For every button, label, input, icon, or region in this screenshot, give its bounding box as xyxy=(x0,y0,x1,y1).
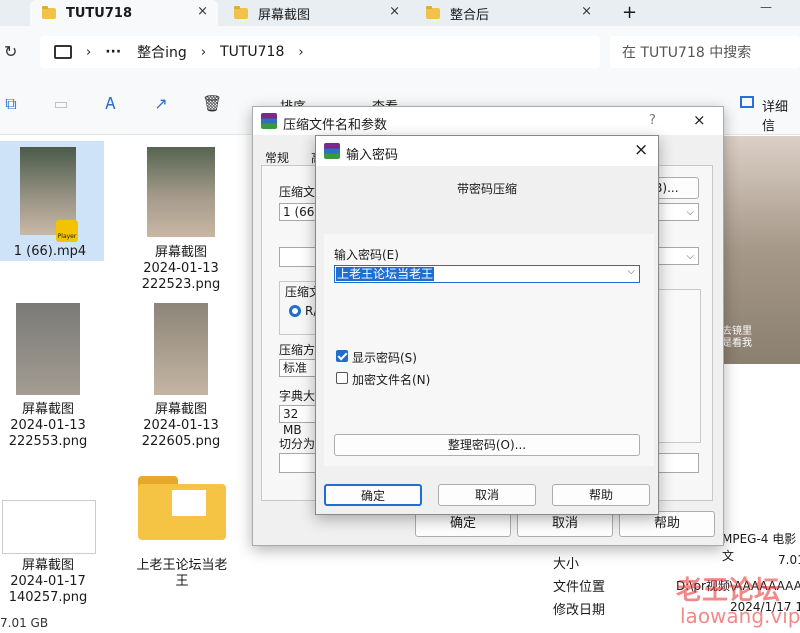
share-icon[interactable]: ↗ xyxy=(152,95,170,113)
watermark-url: laowang.vip xyxy=(680,604,800,628)
search-input[interactable]: 在 TUTU718 中搜索 xyxy=(610,36,800,68)
breadcrumb-item[interactable]: TUTU718 xyxy=(220,44,284,60)
chevron-down-icon: ⌵ xyxy=(686,251,694,262)
copy-icon[interactable]: ⧉ xyxy=(2,95,20,113)
folder-icon xyxy=(426,5,440,19)
computer-icon xyxy=(54,45,72,59)
file-name: 上老王论坛当老 xyxy=(136,558,228,573)
folder-icon xyxy=(234,5,248,19)
image-thumbnail[interactable] xyxy=(147,147,215,237)
file-label[interactable]: 屏幕截图 2024-01-13 222605.png xyxy=(130,402,232,450)
file-date: 2024-01-13 xyxy=(143,418,219,433)
cancel-button[interactable]: 取消 xyxy=(438,484,536,506)
tab-label: TUTU718 xyxy=(66,5,132,21)
caption-line: 是看我 xyxy=(722,338,752,349)
details-pane-icon xyxy=(740,96,754,108)
file-label[interactable]: 屏幕截图 2024-01-17 140257.png xyxy=(0,558,96,606)
player-badge: Player xyxy=(56,220,78,242)
method-label: 压缩方 xyxy=(279,343,316,357)
file-time: 222523.png xyxy=(141,277,221,292)
file-date: 2024-01-13 xyxy=(10,418,86,433)
close-tab-icon[interactable]: × xyxy=(389,4,400,19)
file-name: 屏幕截图 xyxy=(21,558,74,573)
refresh-icon[interactable]: ↻ xyxy=(4,42,17,61)
chevron-down-icon: ⌵ xyxy=(686,207,694,218)
dialog-title: 输入密码 xyxy=(346,148,399,163)
password-value: 上老王论坛当老王 xyxy=(336,267,435,281)
tab-tutu718[interactable]: TUTU718 × xyxy=(30,0,218,26)
close-tab-icon[interactable]: × xyxy=(581,4,592,19)
chevron-right-icon: › xyxy=(298,44,304,60)
chevron-right-icon: › xyxy=(200,44,207,60)
encrypt-names-label: 加密文件名(N) xyxy=(352,373,431,387)
organize-passwords-button[interactable]: 整理密码(O)... xyxy=(334,434,640,456)
ok-button[interactable]: 确定 xyxy=(324,484,422,506)
details-location-label: 文件位置 xyxy=(553,580,606,595)
folder-icon xyxy=(42,5,56,19)
tab-merged[interactable]: 整合后 × xyxy=(414,0,602,26)
winrar-icon xyxy=(324,143,340,159)
delete-icon[interactable]: 🗑 xyxy=(202,95,222,113)
minimize-button[interactable]: — xyxy=(760,0,772,14)
tab-screenshots[interactable]: 屏幕截图 × xyxy=(222,0,410,26)
file-time: 222605.png xyxy=(141,434,221,449)
profiles-button[interactable] xyxy=(279,247,319,267)
method-select[interactable]: 标准 xyxy=(279,359,319,377)
file-date: 2024-01-17 xyxy=(10,574,86,589)
file-name: 屏幕截图 xyxy=(154,402,207,417)
paste-icon[interactable]: ▭ xyxy=(52,95,70,113)
help-icon[interactable]: ? xyxy=(649,113,656,128)
enter-password-label: 输入密码(E) xyxy=(334,248,399,262)
show-password-label: 显示密码(S) xyxy=(352,351,417,365)
chevron-down-icon[interactable]: ⌵ xyxy=(627,266,635,277)
dict-value: 32 MB xyxy=(283,407,302,437)
image-thumbnail[interactable] xyxy=(2,500,96,554)
details-button[interactable]: 详细信 xyxy=(762,96,800,134)
tab-general[interactable]: 常规 xyxy=(265,149,289,166)
tab-label: 屏幕截图 xyxy=(258,7,311,23)
close-icon[interactable]: × xyxy=(693,111,706,129)
chevron-right-icon: › xyxy=(86,44,92,60)
file-label[interactable]: 屏幕截图 2024-01-13 222553.png xyxy=(0,402,96,450)
dict-select[interactable]: 32 MB xyxy=(279,405,319,437)
file-name[interactable]: 1 (66).mp4 xyxy=(0,244,100,260)
tab-bar: TUTU718 × 屏幕截图 × 整合后 × + — xyxy=(0,0,800,26)
dialog-title: 压缩文件名和参数 xyxy=(283,118,388,133)
tab-label: 整合后 xyxy=(450,7,490,23)
address-bar[interactable]: › ··· 整合ing › TUTU718 › xyxy=(40,36,600,68)
file-name: 屏幕截图 xyxy=(21,402,74,417)
help-button[interactable]: 帮助 xyxy=(552,484,650,506)
breadcrumb-more[interactable]: ··· xyxy=(105,44,121,60)
new-tab-button[interactable]: + xyxy=(622,2,637,23)
details-size-value: 7.01 xyxy=(778,553,800,567)
password-dialog: 输入密码 × 带密码压缩 输入密码(E) 上老王论坛当老王 ⌵ 显示密码(S) … xyxy=(315,135,659,515)
breadcrumb-item[interactable]: 整合ing xyxy=(137,42,187,62)
radio-rar[interactable] xyxy=(289,305,301,317)
preview-caption: 去镜里 是看我 xyxy=(722,326,752,350)
file-name-cont: 王 xyxy=(175,574,189,589)
file-label[interactable]: 屏幕截图 2024-01-13 222523.png xyxy=(130,245,232,293)
details-modified-label: 修改日期 xyxy=(553,603,606,618)
dialog-heading: 带密码压缩 xyxy=(456,182,517,196)
watermark-text: 老王论坛 xyxy=(676,576,781,606)
close-icon[interactable]: × xyxy=(634,140,648,160)
rename-icon[interactable]: Ꭺ xyxy=(102,95,120,113)
caption-line: 去镜里 xyxy=(722,326,752,337)
show-password-checkbox[interactable] xyxy=(336,350,348,362)
method-value: 标准 xyxy=(283,361,308,375)
file-time: 140257.png xyxy=(8,590,88,605)
folder-large-icon[interactable] xyxy=(138,476,226,540)
file-label[interactable]: 上老王论坛当老 王 xyxy=(130,558,234,590)
encrypt-names-checkbox[interactable] xyxy=(336,372,348,384)
file-time: 222553.png xyxy=(8,434,88,449)
winrar-icon xyxy=(261,113,277,129)
status-size: 7.01 GB xyxy=(0,616,49,630)
file-name: 屏幕截图 xyxy=(154,245,207,260)
image-thumbnail[interactable] xyxy=(16,303,80,395)
image-thumbnail[interactable] xyxy=(154,303,208,395)
file-date: 2024-01-13 xyxy=(143,261,219,276)
details-size-label: 大小 xyxy=(553,557,580,572)
close-tab-icon[interactable]: × xyxy=(197,4,208,19)
password-input[interactable]: 上老王论坛当老王 ⌵ xyxy=(334,265,640,283)
